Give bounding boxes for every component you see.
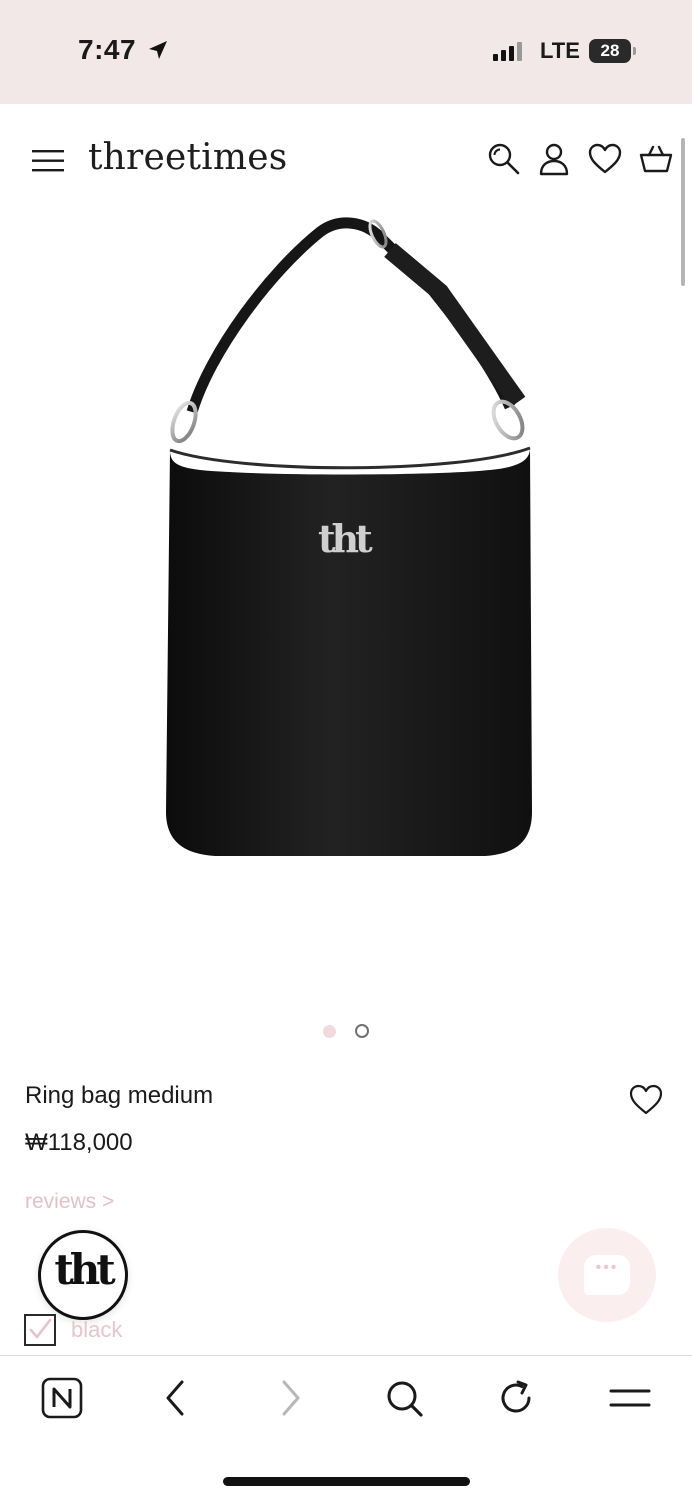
forward-arrow-icon[interactable] [268,1376,312,1420]
chat-dots: ••• [595,1259,619,1276]
brand-logo[interactable]: threetimes [88,137,287,178]
wishlist-heart-icon[interactable] [628,1082,664,1118]
color-option-checkbox[interactable] [24,1314,56,1346]
cart-basket-icon[interactable] [638,141,674,177]
reviews-link[interactable]: reviews > [25,1190,114,1214]
floating-logo-text: tht [54,1245,115,1294]
cellular-signal-icon [493,42,522,61]
product-name: Ring bag medium [25,1082,214,1109]
wishlist-heart-icon[interactable] [587,141,623,177]
page-scrollbar[interactable] [681,138,685,286]
menu-icon[interactable] [608,1376,652,1420]
black-shoulder-bag-image[interactable]: tht [140,212,552,872]
search-icon[interactable] [486,141,522,177]
naver-n-icon[interactable] [40,1376,84,1420]
refresh-icon[interactable] [494,1376,538,1420]
color-option-label[interactable]: black [71,1317,122,1343]
network-type: LTE [540,38,580,63]
battery-level: 28 [600,41,620,60]
chat-bubble-icon: ••• [584,1255,630,1295]
chat-button[interactable]: ••• [558,1228,656,1322]
svg-text:tht: tht [318,516,373,561]
home-indicator[interactable] [223,1477,470,1486]
battery-icon: 28 [589,39,636,63]
location-arrow-icon [149,41,167,59]
brand-floating-button[interactable]: tht [38,1230,128,1320]
status-time: 7:47 [78,34,137,65]
search-icon[interactable] [382,1376,426,1420]
menu-icon[interactable] [32,148,66,174]
back-arrow-icon[interactable] [154,1376,198,1420]
product-price: ₩118,000 [25,1129,133,1156]
account-icon[interactable] [536,141,572,177]
carousel-dot-2[interactable] [355,1024,369,1038]
carousel-dot-1[interactable] [323,1025,336,1038]
